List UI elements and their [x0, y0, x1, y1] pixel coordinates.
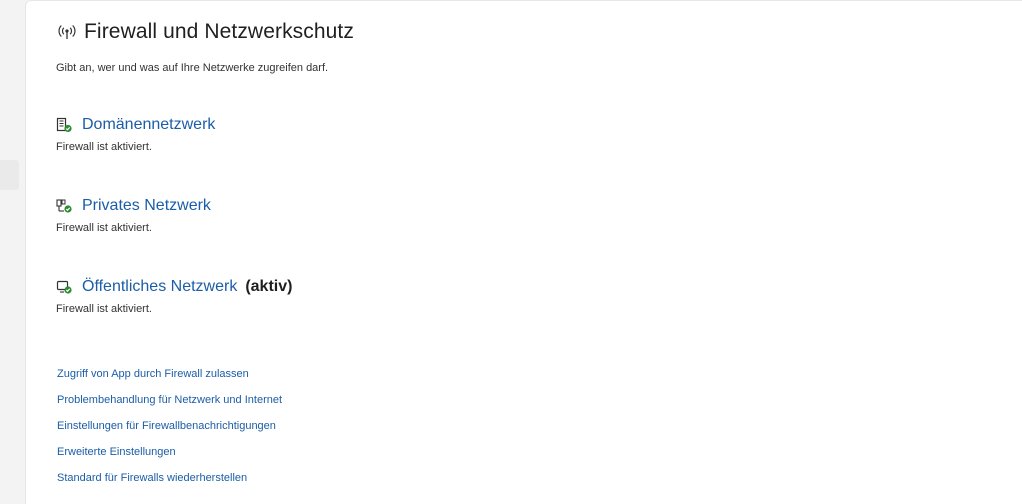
- sidebar-selection-stub: [0, 160, 19, 190]
- restore-firewall-defaults-link[interactable]: Standard für Firewalls wiederherstellen: [57, 472, 282, 498]
- page-subtitle: Gibt an, wer und was auf Ihre Netzwerke …: [56, 62, 329, 74]
- public-network-status: Firewall ist aktiviert.: [56, 303, 152, 315]
- page-title: Firewall und Netzwerkschutz: [84, 20, 354, 43]
- public-network-link[interactable]: Öffentliches Netzwerk: [82, 278, 237, 296]
- network-troubleshooter-link[interactable]: Problembehandlung für Netzwerk und Inter…: [57, 394, 282, 420]
- domain-network-icon: [56, 117, 72, 133]
- domain-network-link[interactable]: Domänennetzwerk: [82, 116, 215, 134]
- main-content: Firewall und Netzwerkschutz Gibt an, wer…: [25, 0, 1022, 504]
- public-network-icon: [56, 279, 72, 295]
- public-network-section: Öffentliches Netzwerk (aktiv) Firewall i…: [56, 277, 292, 315]
- domain-network-section: Domänennetzwerk Firewall ist aktiviert.: [56, 115, 215, 153]
- private-network-status: Firewall ist aktiviert.: [56, 222, 152, 234]
- related-links-list: Zugriff von App durch Firewall zulassen …: [57, 368, 282, 498]
- domain-network-status: Firewall ist aktiviert.: [56, 141, 152, 153]
- allow-app-through-firewall-link[interactable]: Zugriff von App durch Firewall zulassen: [57, 368, 282, 394]
- advanced-settings-link[interactable]: Erweiterte Einstellungen: [57, 446, 282, 472]
- private-network-section: Privates Netzwerk Firewall ist aktiviert…: [56, 196, 211, 234]
- firewall-notification-settings-link[interactable]: Einstellungen für Firewallbenachrichtigu…: [57, 420, 282, 446]
- private-network-link[interactable]: Privates Netzwerk: [82, 197, 211, 215]
- public-network-active-label: (aktiv): [245, 278, 293, 295]
- page-header: Firewall und Netzwerkschutz: [56, 20, 354, 44]
- private-network-icon: [56, 198, 72, 214]
- antenna-icon: [56, 21, 78, 43]
